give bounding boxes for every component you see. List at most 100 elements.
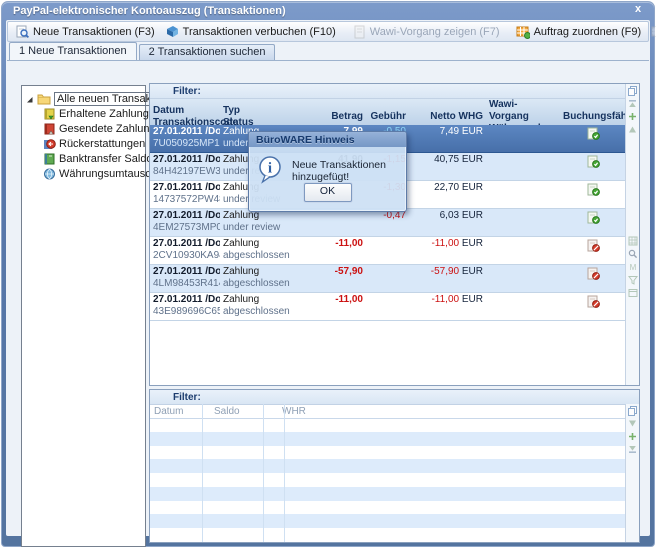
- info-icon: i: [257, 155, 284, 187]
- scroll-bottom-icon[interactable]: [627, 444, 638, 455]
- transaction-wawi: [486, 181, 560, 208]
- toolbar-button-löschen-zuordnung-auftrag-f4: Löschen Zuordnung Auftrag (F4): [646, 23, 656, 41]
- saldo-empty-row[interactable]: [150, 487, 626, 501]
- transaction-row[interactable]: 27.01.2011 /Do4LM98453R41486714Zahlungab…: [150, 265, 626, 293]
- transaction-status: under review: [223, 222, 307, 234]
- toolbar-button-transaktionen-verbuchen-f10[interactable]: Transaktionen verbuchen (F10): [160, 23, 341, 41]
- column-divider: [284, 404, 285, 542]
- scroll-down-icon[interactable]: [627, 418, 638, 429]
- transaction-net: -11,00 EUR: [412, 238, 483, 250]
- column-header-betrag[interactable]: Betrag: [310, 111, 366, 123]
- ok-button[interactable]: OK: [304, 183, 352, 202]
- tree-item-erhaltene-zahlungen[interactable]: Erhaltene Zahlungen: [43, 106, 145, 121]
- transactions-filter-bar: Filter:: [150, 84, 639, 99]
- window-body: Neue Transaktionen (F3)Transaktionen ver…: [6, 20, 650, 536]
- tree-item-währungsumtausch[interactable]: Währungsumtausch: [43, 166, 145, 181]
- add-row-icon[interactable]: [627, 111, 638, 122]
- column-header-netto-whg[interactable]: Netto WHG: [409, 111, 486, 123]
- transaction-code: 7U050925MP163920N: [153, 138, 217, 150]
- memo-icon[interactable]: M: [627, 261, 638, 272]
- svg-text:i: i: [268, 161, 272, 177]
- notice-dialog: BüroWARE Hinweis i Neue Transaktionen hi…: [248, 131, 407, 212]
- saldo-panel: Filter: Datum Saldo WHR: [149, 389, 640, 543]
- expander-icon[interactable]: [26, 95, 34, 103]
- transactions-panel: Filter: DatumTransaktionscodeTypStatusBe…: [149, 83, 640, 386]
- transaction-net: -11,00 EUR: [412, 294, 483, 306]
- tab-1-neue-transaktionen[interactable]: 1 Neue Transaktionen: [9, 42, 137, 60]
- transaction-date: 27.01.2011 /Do: [153, 182, 217, 194]
- assign-order-icon: [516, 25, 530, 39]
- transaction-type: Zahlung: [223, 238, 307, 250]
- tab-bar: 1 Neue Transaktionen2 Transaktionen such…: [9, 42, 649, 60]
- wawi-vorgang-icon: [352, 25, 366, 39]
- transaction-net: 22,70 EUR: [412, 182, 483, 194]
- title-bar[interactable]: PayPal-elektronischer Kontoauszug (Trans…: [2, 2, 654, 20]
- grid-side-toolbar: M: [625, 84, 639, 385]
- folder-icon: [37, 93, 51, 105]
- copy-icon[interactable]: [627, 85, 638, 96]
- filter-label: Filter:: [173, 392, 201, 403]
- application-window: PayPal-elektronischer Kontoauszug (Trans…: [1, 1, 655, 547]
- scroll-top-icon[interactable]: [627, 98, 638, 109]
- transaction-wawi: [486, 237, 560, 264]
- tree-item-rückerstattungen[interactable]: Rückerstattungen: [43, 136, 145, 151]
- search-icon[interactable]: [627, 248, 638, 259]
- transaction-date: 27.01.2011 /Do: [153, 238, 217, 250]
- saldo-empty-row[interactable]: [150, 528, 626, 542]
- bookable-no-icon: [586, 239, 600, 252]
- received-payments-icon: [43, 108, 56, 120]
- tab-2-transaktionen-suchen[interactable]: 2 Transaktionen suchen: [139, 44, 276, 60]
- transaction-code: 14737572PW488130C: [153, 194, 217, 206]
- saldo-empty-row[interactable]: [150, 446, 626, 460]
- currency-exchange-icon: [43, 168, 56, 180]
- saldo-empty-row[interactable]: [150, 459, 626, 473]
- sent-payments-icon: [43, 123, 56, 135]
- bookable-yes-icon: [586, 211, 600, 224]
- saldo-empty-row[interactable]: [150, 501, 626, 515]
- bookable-yes-icon: [586, 183, 600, 196]
- transaction-row[interactable]: 27.01.2011 /Do43E989696C6535442Zahlungab…: [150, 293, 626, 321]
- transaction-amount: -11,00: [313, 294, 363, 306]
- column-header-gebühr[interactable]: Gebühr: [366, 111, 409, 123]
- transactions-table-header[interactable]: DatumTransaktionscodeTypStatusBetragGebü…: [150, 99, 639, 126]
- toolbar-button-auftrag-zuordnen-f9[interactable]: Auftrag zuordnen (F9): [511, 23, 647, 41]
- transaction-amount: -57,90: [313, 266, 363, 278]
- saldo-col-saldo: Saldo: [210, 406, 278, 417]
- transaction-net: 40,75 EUR: [412, 154, 483, 166]
- add-row-icon[interactable]: [627, 431, 638, 442]
- toolbar: Neue Transaktionen (F3)Transaktionen ver…: [7, 21, 649, 42]
- saldo-empty-row[interactable]: [150, 418, 626, 432]
- transaction-code: 4EM27573MP023193K: [153, 222, 217, 234]
- dialog-title-bar[interactable]: BüroWARE Hinweis: [249, 132, 406, 147]
- saldo-empty-row[interactable]: [150, 514, 626, 528]
- saldo-filter-bar: Filter:: [150, 390, 639, 405]
- saldo-empty-row[interactable]: [150, 432, 626, 446]
- toolbar-button-neue-transaktionen-f3[interactable]: Neue Transaktionen (F3): [10, 23, 160, 41]
- grid-icon[interactable]: [627, 235, 638, 246]
- filter-icon[interactable]: [627, 274, 638, 285]
- window-icon[interactable]: [627, 287, 638, 298]
- copy-icon[interactable]: [627, 405, 638, 416]
- transaction-row[interactable]: 27.01.2011 /Do2CV10930KA9472237 Zahlungab…: [150, 237, 626, 265]
- transaction-row[interactable]: 27.01.2011 /Do4EM27573MP023193KZahlungun…: [150, 209, 626, 237]
- transaction-code: 4LM98453R41486714: [153, 278, 217, 290]
- scroll-up-icon[interactable]: [627, 124, 638, 135]
- transaction-status: abgeschlossen: [223, 250, 307, 262]
- saldo-table-header[interactable]: Datum Saldo WHR: [150, 405, 639, 419]
- svg-text:M: M: [629, 263, 636, 272]
- column-divider: [263, 404, 264, 542]
- tree-item-gesendete-zahlungen[interactable]: Gesendete Zahlungen: [43, 121, 145, 136]
- transaction-wawi: [486, 125, 560, 152]
- tree-item-banktransfer-saldo[interactable]: Banktransfer Saldo: [43, 151, 145, 166]
- transaction-wawi: [486, 153, 560, 180]
- transaction-code: 2CV10930KA9472237: [153, 250, 217, 262]
- tree-item-alle-neuen-transaktionen[interactable]: Alle neuen Transaktionen: [26, 91, 145, 106]
- column-divider: [202, 404, 203, 542]
- saldo-empty-row[interactable]: [150, 473, 626, 487]
- transaction-net: 6,03 EUR: [412, 210, 483, 222]
- transaction-status: abgeschlossen: [223, 278, 307, 290]
- saldo-col-whr: WHR: [278, 406, 307, 417]
- saldo-col-datum: Datum: [150, 406, 210, 417]
- close-icon[interactable]: x: [630, 3, 646, 17]
- transaction-amount: -11,00: [313, 238, 363, 250]
